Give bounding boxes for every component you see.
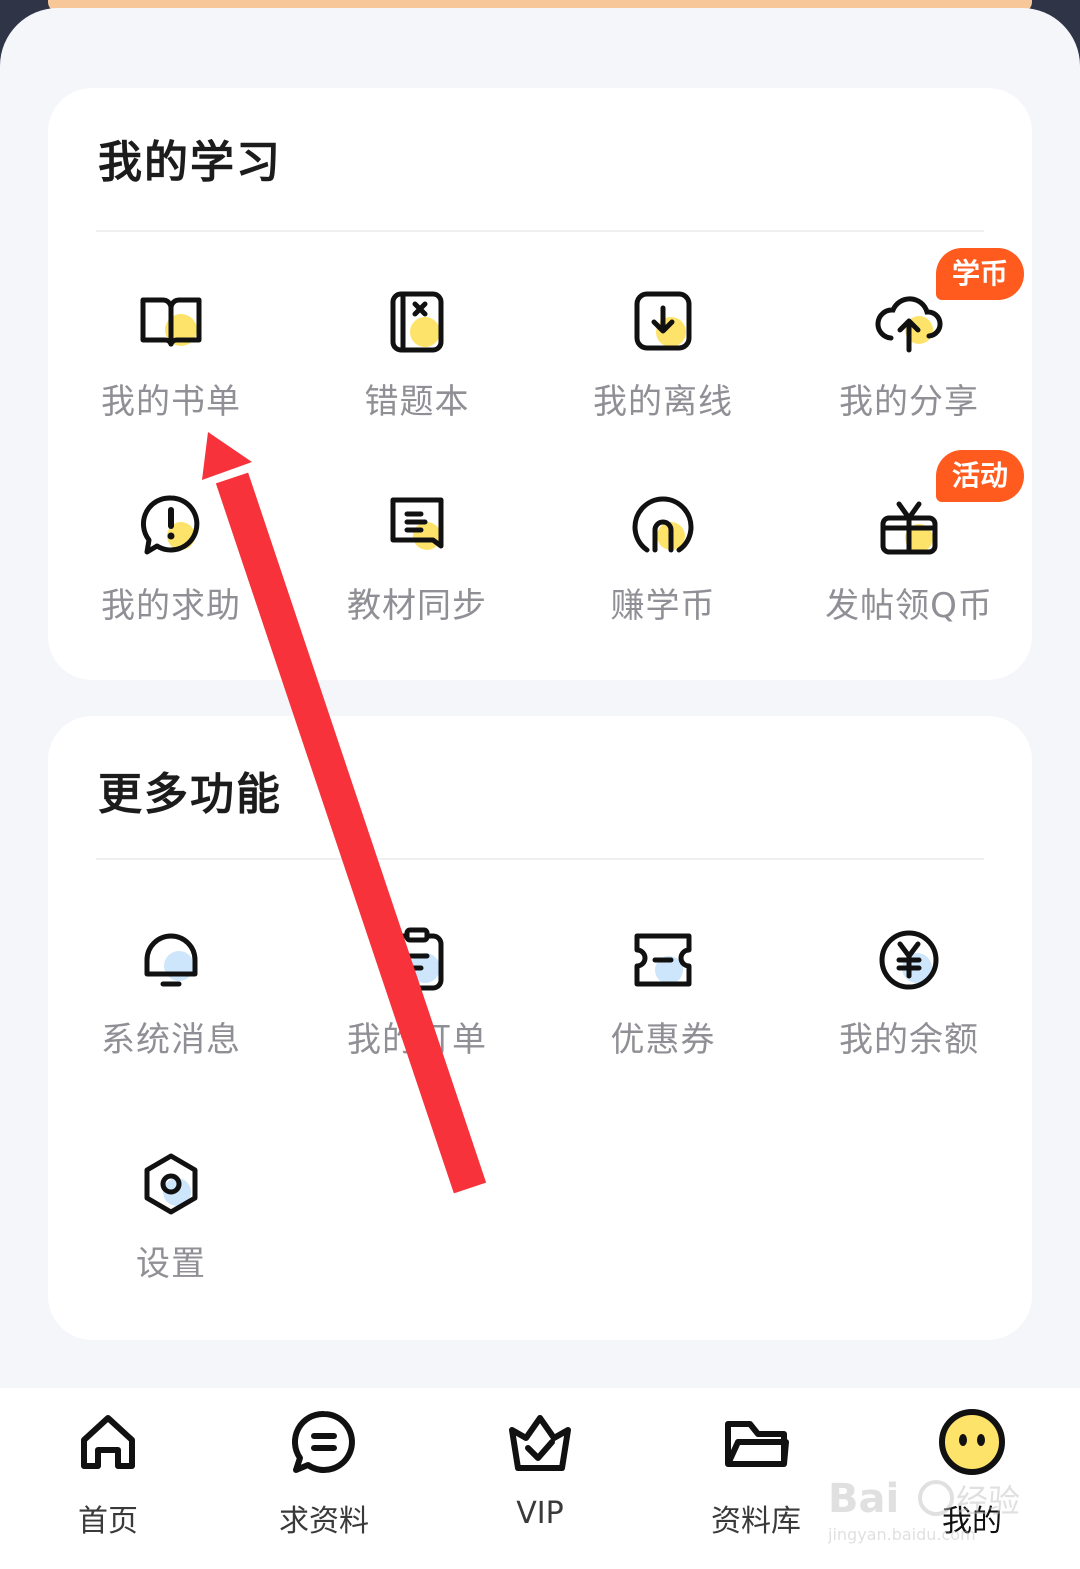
folder-icon bbox=[720, 1406, 792, 1478]
menu-item-label: 教材同步 bbox=[347, 586, 487, 626]
order-clipboard-icon bbox=[379, 922, 455, 998]
tab-home[interactable]: 首页 bbox=[8, 1388, 208, 1569]
help-exclamation-icon bbox=[133, 488, 209, 564]
svg-text:经验: 经验 bbox=[956, 1482, 1020, 1520]
activity-badge: 活动 bbox=[936, 450, 1025, 502]
menu-item-earn-coins[interactable]: 赚学币 bbox=[540, 460, 786, 640]
tab-label: VIP bbox=[516, 1496, 564, 1531]
menu-item-label: 赚学币 bbox=[610, 586, 716, 626]
earn-coins-icon bbox=[625, 488, 701, 564]
svg-text:jingyan.baidu.com: jingyan.baidu.com bbox=[828, 1525, 976, 1544]
baidu-watermark: Bai 经验 jingyan.baidu.com bbox=[827, 1460, 1028, 1550]
settings-gear-icon bbox=[133, 1146, 209, 1222]
divider bbox=[96, 858, 984, 860]
menu-item-system-messages[interactable]: 系统消息 bbox=[48, 894, 294, 1074]
textbook-sync-icon bbox=[379, 488, 455, 564]
menu-item-label: 我的分享 bbox=[839, 382, 979, 422]
more-features-card: 更多功能 系统消息 我的订单 优惠券 我的余额 设置 bbox=[48, 716, 1032, 1340]
offline-download-icon bbox=[625, 284, 701, 360]
my-study-card: 我的学习 我的书单 错题本 我的离线 我的分享 学币 我的求助 教材同步 赚学币… bbox=[48, 88, 1032, 680]
menu-item-textbook-sync[interactable]: 教材同步 bbox=[294, 460, 540, 640]
my-study-title: 我的学习 bbox=[98, 137, 282, 188]
menu-item-mistake-notebook[interactable]: 错题本 bbox=[294, 256, 540, 436]
menu-item-label: 我的订单 bbox=[347, 1020, 487, 1060]
chat-request-icon bbox=[288, 1406, 360, 1478]
menu-item-label: 错题本 bbox=[364, 382, 470, 422]
crown-icon bbox=[504, 1406, 576, 1478]
tab-label: 求资料 bbox=[279, 1504, 369, 1539]
menu-item-label: 发帖领Q币 bbox=[825, 586, 993, 626]
menu-item-offline[interactable]: 我的离线 bbox=[540, 256, 786, 436]
mistake-notebook-icon bbox=[379, 284, 455, 360]
menu-item-my-balance[interactable]: 我的余额 bbox=[786, 894, 1032, 1074]
menu-item-label: 我的离线 bbox=[593, 382, 733, 422]
gift-icon bbox=[871, 488, 947, 564]
yuan-balance-icon bbox=[871, 922, 947, 998]
bell-icon bbox=[133, 922, 209, 998]
menu-item-label: 我的书单 bbox=[101, 382, 241, 422]
tab-label: 资料库 bbox=[711, 1504, 801, 1539]
menu-item-label: 我的求助 bbox=[101, 586, 241, 626]
svg-text:Bai: Bai bbox=[828, 1476, 899, 1522]
tab-request-materials[interactable]: 求资料 bbox=[224, 1388, 424, 1569]
coin-badge: 学币 bbox=[936, 248, 1025, 300]
tab-library[interactable]: 资料库 bbox=[656, 1388, 856, 1569]
tab-vip[interactable]: VIP bbox=[440, 1388, 640, 1569]
menu-item-my-help[interactable]: 我的求助 bbox=[48, 460, 294, 640]
menu-item-label: 设置 bbox=[136, 1244, 206, 1284]
menu-item-coupons[interactable]: 优惠券 bbox=[540, 894, 786, 1074]
divider bbox=[96, 230, 984, 232]
menu-item-label: 系统消息 bbox=[101, 1020, 241, 1060]
menu-item-label: 优惠券 bbox=[610, 1020, 716, 1060]
home-icon bbox=[72, 1406, 144, 1478]
menu-item-book-list[interactable]: 我的书单 bbox=[48, 256, 294, 436]
more-features-title: 更多功能 bbox=[98, 769, 282, 820]
book-list-icon bbox=[133, 284, 209, 360]
menu-item-settings[interactable]: 设置 bbox=[48, 1118, 294, 1298]
coupon-ticket-icon bbox=[625, 922, 701, 998]
profile-sheet: 我的学习 我的书单 错题本 我的离线 我的分享 学币 我的求助 教材同步 赚学币… bbox=[0, 8, 1080, 1569]
menu-item-my-orders[interactable]: 我的订单 bbox=[294, 894, 540, 1074]
tab-label: 首页 bbox=[78, 1504, 138, 1539]
menu-item-label: 我的余额 bbox=[839, 1020, 979, 1060]
